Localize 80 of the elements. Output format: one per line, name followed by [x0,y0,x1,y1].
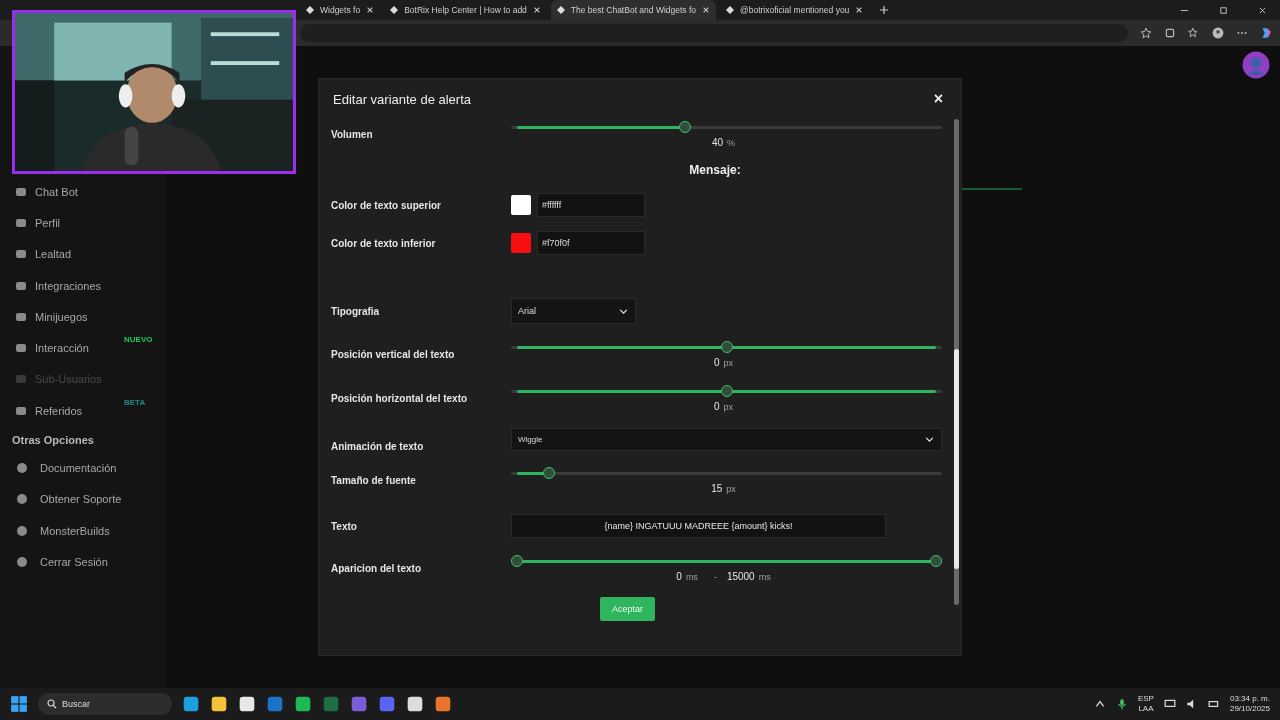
slider[interactable] [511,384,942,397]
tag-label: NUEVO [124,335,153,345]
close-icon[interactable] [532,6,541,14]
sidebar-item[interactable]: Chat Bot [0,176,165,208]
color-field[interactable]: #f70f0f [537,231,645,255]
text-field[interactable]: {name} INGATUUU MADREEE {amount} kicks! [511,514,886,538]
tag-label: BETA [124,398,146,408]
unit-label: px [726,483,736,494]
language-indicator[interactable]: ESP LAA [1137,694,1154,714]
sidebar-item[interactable]: Interacción NUEVO [0,332,165,364]
close-icon[interactable] [855,6,864,14]
field-label: Volumen [331,128,374,140]
field-label: Color de texto superior [331,199,442,211]
plus-icon[interactable] [879,5,890,15]
color-swatch[interactable] [511,195,531,215]
search-icon [47,699,57,709]
site-icon [726,6,735,14]
dropdown[interactable]: Wiggle [511,427,942,451]
sidebar-item[interactable]: Obtener Soporte [0,483,165,515]
browser-tab[interactable]: Widgets fo [300,0,381,20]
sidebar-item[interactable]: Documentación [0,452,165,484]
browser-tab[interactable]: The best ChatBot and Widgets fo [550,0,717,20]
range-separator: - [713,571,717,582]
sidebar-item[interactable]: Referidos BETA [0,395,165,427]
field-label: Tamaño de fuente [331,474,417,486]
microphone-icon[interactable] [1115,698,1128,710]
color-field[interactable]: #ffffff [537,193,645,217]
color-swatch[interactable] [511,233,531,253]
sidebar-item[interactable]: Lealtad [0,238,165,270]
range-slider[interactable] [511,554,942,567]
site-icon [556,6,565,14]
section-heading: Mensaje: [689,163,741,177]
favorites-icon[interactable] [1188,27,1200,39]
section-title: Otras Opciones [11,433,95,449]
slider-handle[interactable] [930,554,942,567]
sidebar-item[interactable]: Integraciones [0,269,165,302]
close-button[interactable]: × [929,90,947,108]
unit-label: ms [758,571,771,582]
slider-handle[interactable] [511,554,523,567]
field-label: Posición horizontal del texto [331,392,469,404]
maximize-icon[interactable] [1219,5,1228,15]
slider-value: 15 [711,482,723,494]
field-label: Posición vertical del texto [331,348,456,360]
sidebar-item[interactable]: Perfil [0,207,165,239]
range-end-value: 15000 [726,570,755,582]
sidebar-item[interactable]: Minijuegos [0,301,165,333]
field-label: Texto [331,520,358,532]
slider[interactable] [511,466,942,479]
slider-value: 0 [713,400,720,412]
unit-label: % [727,137,736,148]
slider[interactable] [511,340,942,353]
slider[interactable] [511,120,942,133]
clock[interactable]: 03:34 p. m. 29/10/2025 [1229,694,1270,714]
field-label: Color de texto inferior [331,237,437,249]
sidebar-item[interactable]: Cerrar Sesión [0,546,165,578]
site-icon [390,6,399,14]
sidebar-item[interactable]: MonsterBuilds [0,514,165,547]
unit-label: px [723,401,734,412]
scrollbar[interactable] [954,119,959,605]
browser-tab[interactable]: BotRix Help Center | How to add [384,0,547,20]
slider-value: 0 [713,356,720,368]
search-field[interactable]: Buscar [38,693,172,715]
range-start-value: 0 [676,570,682,582]
star-icon[interactable] [1140,27,1152,39]
field-label: Animación de texto [331,439,425,452]
unit-label: ms [685,571,698,582]
dropdown[interactable]: Arial [511,298,636,324]
dialog-title: Editar variante de alerta [333,91,472,107]
start-icon[interactable] [10,695,28,713]
profile-icon[interactable] [1212,27,1224,39]
avatar-icon[interactable] [1242,51,1270,79]
browser-tab[interactable]: @botrixoficial mentioned you [720,0,870,20]
field-label: Aparicion del texto [331,562,422,574]
close-icon[interactable] [1258,5,1267,15]
slider-value: 40 [711,136,724,148]
field-label: Tipografia [331,305,381,317]
unit-label: px [723,357,734,368]
site-icon [306,6,314,14]
close-icon[interactable] [702,6,711,14]
close-icon[interactable] [366,6,375,14]
